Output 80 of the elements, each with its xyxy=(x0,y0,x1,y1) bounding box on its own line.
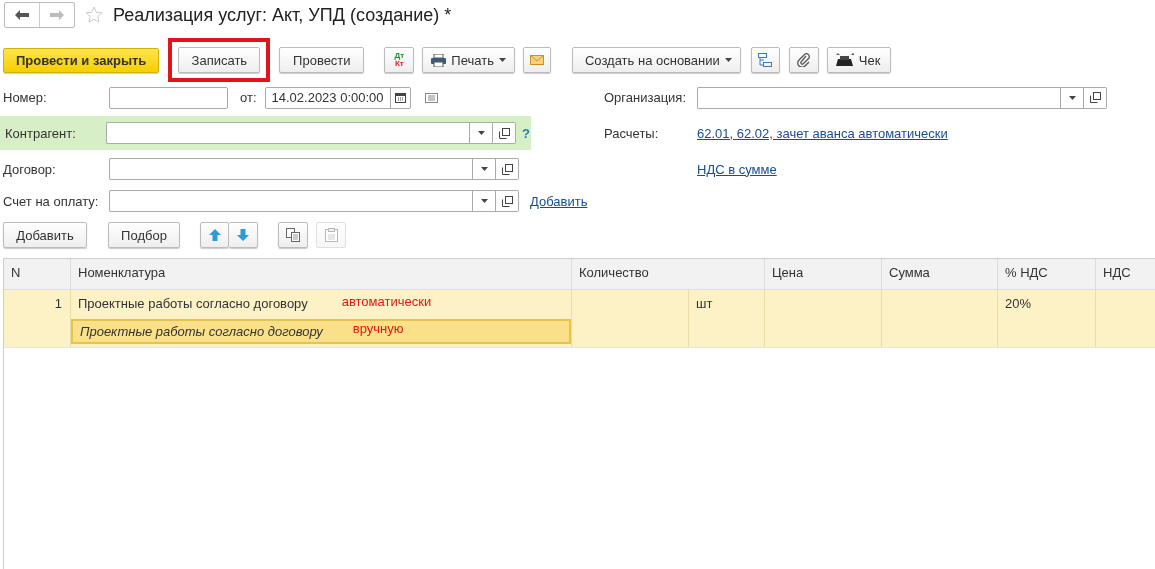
vat-link[interactable]: НДС в сумме xyxy=(697,161,777,177)
structure-button[interactable] xyxy=(750,47,780,73)
post-button[interactable]: Провести xyxy=(279,47,365,73)
annotation-text: автоматически xyxy=(341,294,432,311)
table-cell: шт xyxy=(688,290,764,347)
field-label: Счет на оплату: xyxy=(3,193,100,209)
caret-icon xyxy=(477,131,485,135)
contract-field[interactable] xyxy=(109,158,472,180)
cash-register-icon xyxy=(835,53,854,67)
receipt-button[interactable]: Чек xyxy=(826,47,892,73)
dropdown-button[interactable] xyxy=(469,122,493,144)
up-arrow-icon xyxy=(208,229,221,241)
move-up-button[interactable] xyxy=(200,222,229,248)
settlements-link[interactable]: 62.01, 62.02, зачет аванса автоматически xyxy=(697,125,948,141)
field-label: Номер: xyxy=(3,90,48,105)
star-icon[interactable] xyxy=(85,6,103,24)
caret-icon xyxy=(724,58,732,62)
field-label: Контрагент: xyxy=(5,125,77,141)
paperclip-icon xyxy=(796,53,811,67)
field-label: от: xyxy=(240,90,257,105)
dropdown-button[interactable] xyxy=(472,190,496,212)
add-invoice-link[interactable]: Добавить xyxy=(530,193,588,209)
add-button[interactable]: Добавить xyxy=(3,222,87,248)
open-icon xyxy=(501,163,513,175)
column-header[interactable]: Номенклатура xyxy=(70,259,571,289)
table-cell: Проектные работы согласно договору xyxy=(78,296,308,313)
table-cell: 20% xyxy=(997,290,1095,347)
clipboard-icon xyxy=(324,228,338,242)
debit-credit-button[interactable]: Дт Кт xyxy=(384,47,415,73)
printer-icon xyxy=(431,53,447,67)
column-header[interactable]: Сумма xyxy=(881,259,997,289)
pick-button[interactable]: Подбор xyxy=(108,222,180,248)
organization-field[interactable] xyxy=(697,86,1060,109)
copy-button[interactable] xyxy=(278,222,308,248)
column-header[interactable]: % НДС xyxy=(997,259,1095,289)
hierarchy-icon xyxy=(758,53,773,67)
print-button[interactable]: Печать xyxy=(422,47,515,73)
open-icon xyxy=(498,127,510,139)
caret-icon xyxy=(1068,95,1076,100)
attach-button[interactable] xyxy=(788,47,819,73)
debit-credit-icon: Дт Кт xyxy=(394,52,405,68)
dropdown-button[interactable] xyxy=(472,158,496,180)
caret-icon xyxy=(480,167,488,171)
caret-icon xyxy=(498,58,506,62)
content-field[interactable]: Проектные работы согласно договору вручную xyxy=(71,319,571,344)
field-label: Организация: xyxy=(604,90,688,105)
column-header[interactable]: N xyxy=(4,259,70,289)
field-label: Расчеты: xyxy=(604,125,660,141)
open-icon xyxy=(1089,92,1101,103)
invoice-field[interactable] xyxy=(109,190,472,212)
column-header[interactable]: Количество xyxy=(571,259,764,289)
open-button[interactable] xyxy=(1084,86,1107,109)
envelope-icon xyxy=(529,55,544,65)
date-field[interactable]: 14.02.2023 0:00:00 xyxy=(264,86,411,109)
column-header[interactable]: НДС xyxy=(1095,259,1155,289)
list-icon[interactable] xyxy=(424,92,438,103)
number-field[interactable] xyxy=(109,86,228,109)
copy-icon xyxy=(286,228,300,242)
table-cell-text: 1 xyxy=(53,295,63,313)
column-header[interactable]: Цена xyxy=(764,259,881,289)
calendar-icon xyxy=(394,92,406,103)
left-arrow-icon xyxy=(15,10,29,20)
open-button[interactable] xyxy=(493,122,516,144)
table-row[interactable]: 1 Проектные работы согласно договору автоматически Проектные работы согласно договору вручную шт 20% xyxy=(4,290,1155,348)
open-button[interactable] xyxy=(496,190,519,212)
open-icon xyxy=(501,195,513,207)
email-button[interactable] xyxy=(522,47,551,73)
post-and-close-button[interactable]: Провести и закрыть xyxy=(3,47,160,73)
open-button[interactable] xyxy=(496,158,519,180)
move-down-button[interactable] xyxy=(229,222,258,248)
save-button[interactable]: Записать xyxy=(178,47,261,73)
field-label: Договор: xyxy=(3,161,57,177)
down-arrow-icon xyxy=(237,229,249,241)
dropdown-button[interactable] xyxy=(1060,86,1084,109)
help-link[interactable]: ? xyxy=(522,125,530,141)
caret-icon xyxy=(480,199,488,203)
right-arrow-icon xyxy=(50,10,64,20)
counterparty-field[interactable] xyxy=(106,122,469,144)
create-based-on-button[interactable]: Создать на основании xyxy=(571,47,741,73)
window-title: Реализация услуг: Акт, УПД (создание) * xyxy=(113,4,452,26)
